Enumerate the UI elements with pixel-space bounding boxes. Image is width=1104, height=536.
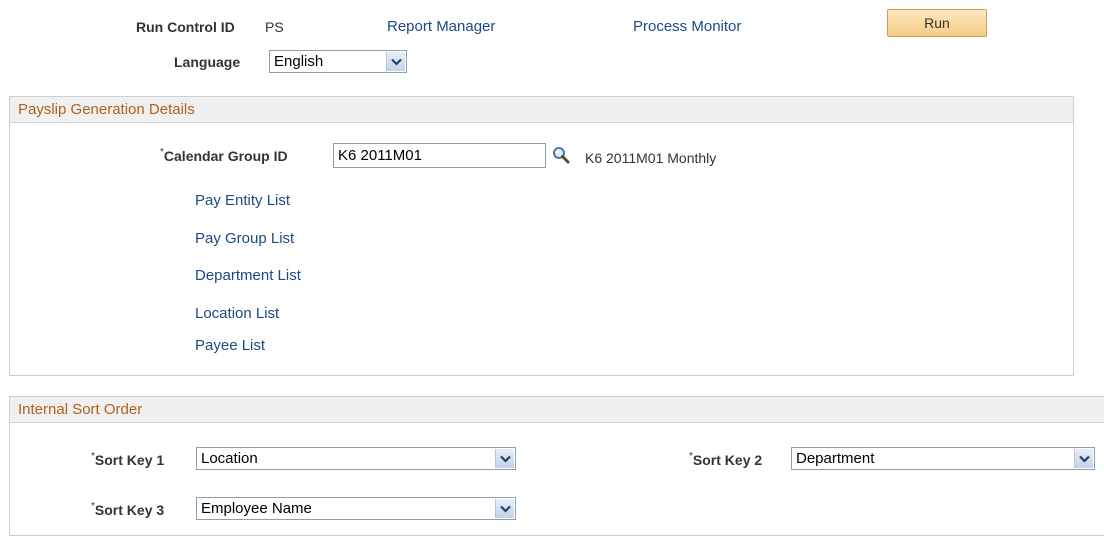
language-select-value: English: [274, 53, 324, 70]
calendar-group-description: K6 2011M01 Monthly: [585, 150, 717, 166]
report-manager-link[interactable]: Report Manager: [387, 18, 495, 35]
pay-entity-list-link[interactable]: Pay Entity List: [195, 192, 290, 209]
pay-group-list-link[interactable]: Pay Group List: [195, 230, 294, 247]
sort-section-title: Internal Sort Order: [10, 397, 1104, 423]
sort-key-1-label: *Sort Key 1: [91, 451, 165, 468]
location-list-link[interactable]: Location List: [195, 305, 279, 322]
language-label: Language: [174, 54, 241, 70]
sort-key-1-select[interactable]: Location: [196, 447, 516, 470]
sort-key-2-label: *Sort Key 2: [689, 451, 763, 468]
chevron-down-icon[interactable]: [495, 449, 514, 468]
calendar-group-id-input[interactable]: [333, 143, 546, 168]
payslip-section-title: Payslip Generation Details: [10, 97, 1073, 123]
run-control-id-label: Run Control ID: [136, 19, 235, 35]
calendar-group-id-label: *Calendar Group ID: [160, 147, 288, 164]
process-monitor-link[interactable]: Process Monitor: [633, 18, 741, 35]
chevron-down-icon[interactable]: [1074, 449, 1093, 468]
chevron-down-icon[interactable]: [386, 52, 405, 71]
sort-key-3-select[interactable]: Employee Name: [196, 497, 516, 520]
magnifier-icon[interactable]: [552, 146, 570, 164]
payslip-generation-section: Payslip Generation Details: [9, 96, 1074, 376]
department-list-link[interactable]: Department List: [195, 267, 301, 284]
sort-key-1-value: Location: [201, 450, 258, 467]
sort-key-3-value: Employee Name: [201, 500, 312, 517]
language-select[interactable]: English: [269, 50, 407, 73]
sort-key-3-label: *Sort Key 3: [91, 501, 165, 518]
run-button[interactable]: Run: [887, 9, 987, 37]
required-marker: *: [160, 147, 164, 158]
sort-key-2-select[interactable]: Department: [791, 447, 1095, 470]
payee-list-link[interactable]: Payee List: [195, 337, 265, 354]
run-control-id-value: PS: [265, 19, 284, 35]
chevron-down-icon[interactable]: [495, 499, 514, 518]
sort-key-2-value: Department: [796, 450, 875, 467]
